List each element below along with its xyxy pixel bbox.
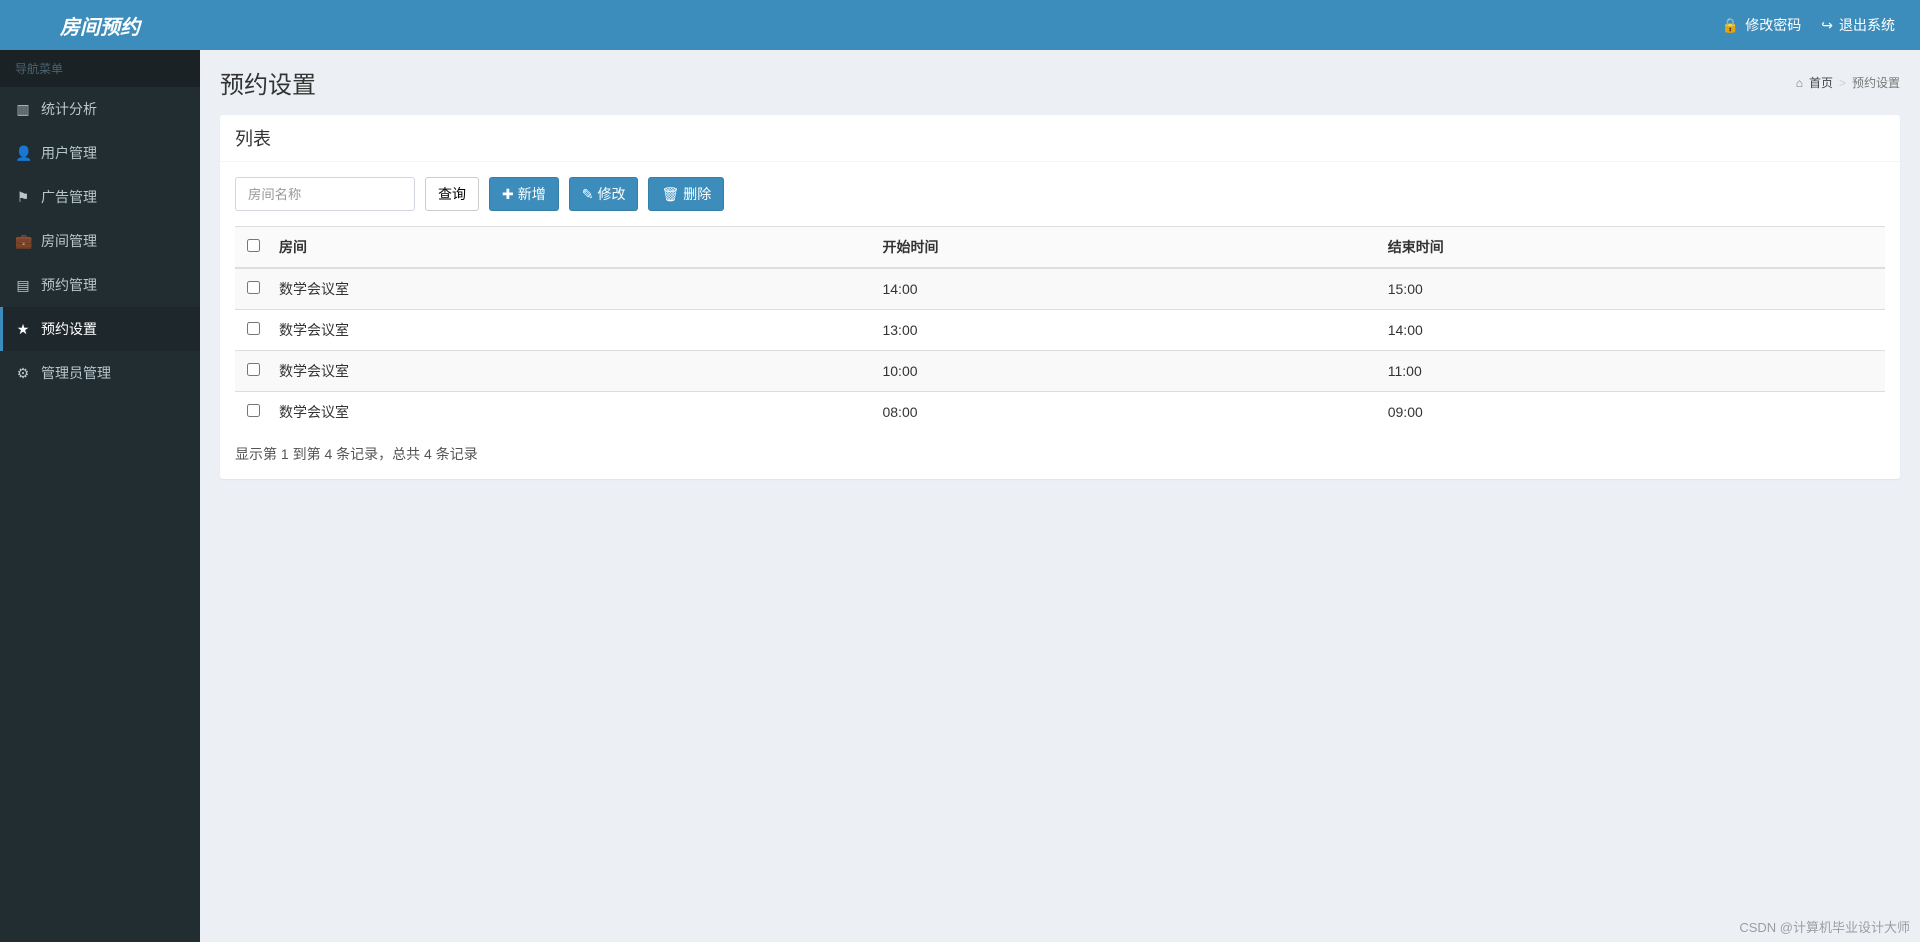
sidebar-item-label: 管理员管理 (41, 363, 111, 383)
toolbar: 查询 ✚ 新增 ✎ 修改 🗑 删除 (235, 177, 1885, 211)
sidebar-item-6[interactable]: ⚙ 管理员管理 (0, 351, 200, 395)
table-row[interactable]: 数学会议室10:0011:00 (235, 351, 1885, 392)
delete-button[interactable]: 🗑 删除 (648, 177, 724, 211)
row-checkbox-cell (235, 351, 271, 392)
cell-end: 15:00 (1380, 268, 1885, 310)
breadcrumb-home[interactable]: 首页 (1809, 74, 1833, 91)
row-checkbox-cell (235, 268, 271, 310)
sidebar-item-label: 用户管理 (41, 143, 97, 163)
nav-header: 导航菜单 (0, 50, 200, 87)
main-content: 预约设置 ⌂ 首页 > 预约设置 列表 查询 ✚ 新增 ✎ (200, 50, 1920, 942)
sidebar-item-5[interactable]: ★ 预约设置 (0, 307, 200, 351)
cell-end: 11:00 (1380, 351, 1885, 392)
row-checkbox[interactable] (247, 404, 260, 417)
flag-icon: ⚑ (15, 189, 31, 206)
sidebar-item-4[interactable]: ▤ 预约管理 (0, 263, 200, 307)
table-header-row: 房间 开始时间 结束时间 (235, 227, 1885, 269)
pagination-info: 显示第 1 到第 4 条记录，总共 4 条记录 (235, 444, 1885, 464)
breadcrumb-separator: > (1839, 76, 1846, 90)
sidebar-item-label: 房间管理 (41, 231, 97, 251)
cell-room: 数学会议室 (271, 392, 874, 433)
content-header: 预约设置 ⌂ 首页 > 预约设置 (200, 50, 1920, 115)
row-checkbox[interactable] (247, 322, 260, 335)
edit-button[interactable]: ✎ 修改 (569, 177, 639, 211)
add-button-label: 新增 (518, 184, 546, 204)
row-checkbox[interactable] (247, 281, 260, 294)
cell-room: 数学会议室 (271, 310, 874, 351)
sidebar-item-label: 广告管理 (41, 187, 97, 207)
col-end[interactable]: 结束时间 (1380, 227, 1885, 269)
select-all-checkbox[interactable] (247, 239, 260, 252)
col-start[interactable]: 开始时间 (874, 227, 1379, 269)
logout-link[interactable]: ↪ 退出系统 (1821, 15, 1895, 35)
cell-end: 14:00 (1380, 310, 1885, 351)
row-checkbox-cell (235, 392, 271, 433)
add-button[interactable]: ✚ 新增 (489, 177, 559, 211)
top-bar: 房间预约 🔒 修改密码 ↪ 退出系统 (0, 0, 1920, 50)
plus-icon: ✚ (502, 186, 514, 203)
cell-room: 数学会议室 (271, 351, 874, 392)
delete-button-label: 删除 (683, 184, 711, 204)
cell-start: 13:00 (874, 310, 1379, 351)
logout-label: 退出系统 (1839, 15, 1895, 35)
query-button[interactable]: 查询 (425, 177, 479, 211)
sidebar-item-label: 统计分析 (41, 99, 97, 119)
nav-list: ▥ 统计分析 👤 用户管理 ⚑ 广告管理 💼 房间管理 ▤ 预约管理 ★ 预约设置 ⚙ 管理员管理 (0, 87, 200, 395)
edit-icon: ✎ (582, 186, 594, 203)
sidebar: 导航菜单 ▥ 统计分析 👤 用户管理 ⚑ 广告管理 💼 房间管理 ▤ 预约管理 ★ 预约设置 ⚙ 管理员管… (0, 50, 200, 942)
header-checkbox-cell (235, 227, 271, 269)
user-icon: 👤 (15, 145, 31, 162)
trash-icon: 🗑 (661, 186, 679, 203)
cell-room: 数学会议室 (271, 268, 874, 310)
file-icon: ▤ (15, 277, 31, 294)
top-right-menu: 🔒 修改密码 ↪ 退出系统 (1722, 15, 1920, 35)
table-row[interactable]: 数学会议室08:0009:00 (235, 392, 1885, 433)
room-name-input[interactable] (235, 177, 415, 211)
breadcrumb: ⌂ 首页 > 预约设置 (1796, 74, 1900, 91)
sidebar-item-label: 预约设置 (41, 319, 97, 339)
bar-chart-icon: ▥ (15, 101, 31, 118)
sidebar-item-0[interactable]: ▥ 统计分析 (0, 87, 200, 131)
panel-body: 查询 ✚ 新增 ✎ 修改 🗑 删除 (220, 162, 1900, 479)
list-panel: 列表 查询 ✚ 新增 ✎ 修改 🗑 删除 (220, 115, 1900, 479)
home-icon: ⌂ (1796, 76, 1803, 90)
cell-start: 08:00 (874, 392, 1379, 433)
page-title: 预约设置 (220, 65, 316, 100)
col-room[interactable]: 房间 (271, 227, 874, 269)
change-password-label: 修改密码 (1745, 15, 1801, 35)
change-password-link[interactable]: 🔒 修改密码 (1722, 15, 1801, 35)
table-row[interactable]: 数学会议室14:0015:00 (235, 268, 1885, 310)
data-table: 房间 开始时间 结束时间 数学会议室14:0015:00数学会议室13:0014… (235, 226, 1885, 432)
lock-icon: 🔒 (1722, 17, 1739, 34)
logout-icon: ↪ (1821, 17, 1833, 34)
sidebar-item-2[interactable]: ⚑ 广告管理 (0, 175, 200, 219)
sidebar-item-1[interactable]: 👤 用户管理 (0, 131, 200, 175)
cell-end: 09:00 (1380, 392, 1885, 433)
table-row[interactable]: 数学会议室13:0014:00 (235, 310, 1885, 351)
briefcase-icon: 💼 (15, 233, 31, 250)
sidebar-item-3[interactable]: 💼 房间管理 (0, 219, 200, 263)
cell-start: 14:00 (874, 268, 1379, 310)
star-icon: ★ (15, 321, 31, 338)
brand-logo[interactable]: 房间预约 (0, 0, 200, 50)
gear-icon: ⚙ (15, 365, 31, 382)
cell-start: 10:00 (874, 351, 1379, 392)
breadcrumb-current: 预约设置 (1852, 74, 1900, 91)
edit-button-label: 修改 (597, 184, 625, 204)
row-checkbox-cell (235, 310, 271, 351)
panel-title: 列表 (220, 115, 1900, 162)
sidebar-item-label: 预约管理 (41, 275, 97, 295)
row-checkbox[interactable] (247, 363, 260, 376)
